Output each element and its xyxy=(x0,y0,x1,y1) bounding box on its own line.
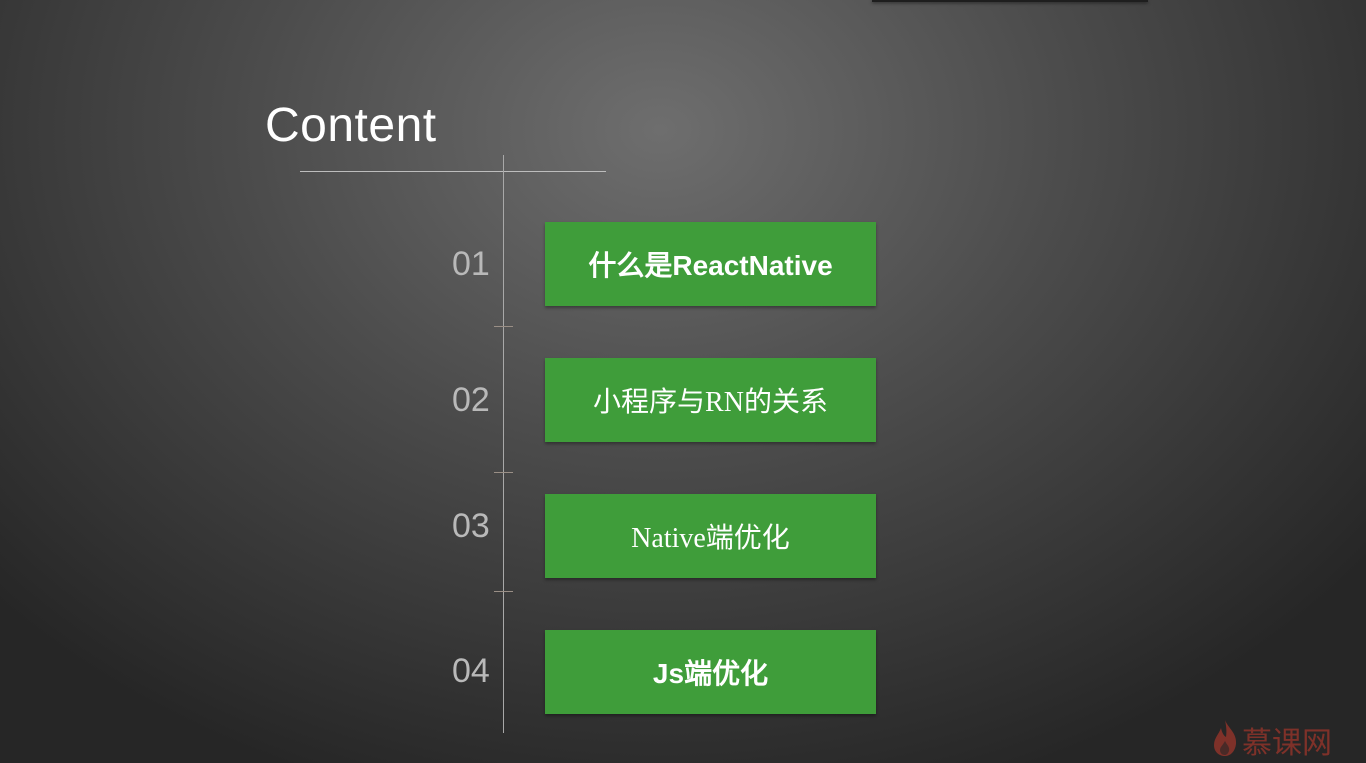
timeline-line xyxy=(503,155,504,733)
item-number-01: 01 xyxy=(452,245,490,283)
timeline-tick xyxy=(494,591,513,592)
imooc-watermark: 慕课网 xyxy=(1212,718,1332,762)
timeline-tick xyxy=(494,326,513,327)
top-edge-bar xyxy=(872,0,1148,2)
item-number-04: 04 xyxy=(452,652,490,690)
flame-icon xyxy=(1212,719,1238,762)
slide-title: Content xyxy=(265,99,437,152)
item-number-03: 03 xyxy=(452,507,490,545)
timeline-tick xyxy=(494,472,513,473)
content-item-3: Native端优化 xyxy=(545,494,876,578)
content-item-1: 什么是ReactNative xyxy=(545,222,876,306)
watermark-text: 慕课网 xyxy=(1242,726,1332,761)
item-number-02: 02 xyxy=(452,381,490,419)
content-item-2: 小程序与RN的关系 xyxy=(545,358,876,442)
title-underline xyxy=(300,171,606,172)
content-item-4: Js端优化 xyxy=(545,630,876,714)
